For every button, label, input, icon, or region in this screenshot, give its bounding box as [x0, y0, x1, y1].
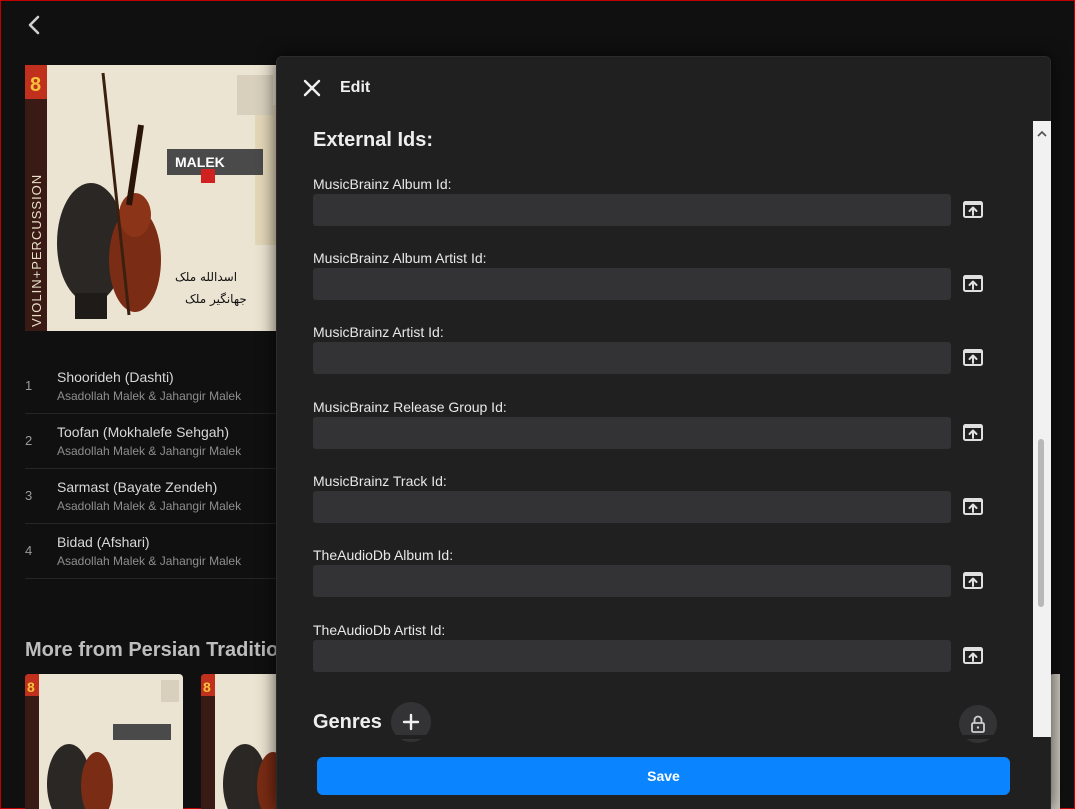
- field-label: TheAudioDb Artist Id:: [313, 622, 446, 638]
- field-label: TheAudioDb Album Id:: [313, 547, 454, 563]
- save-button[interactable]: Save: [317, 757, 1010, 795]
- track-artist[interactable]: Asadollah Malek & Jahangir Malek: [57, 444, 241, 458]
- track-row[interactable]: 2 Toofan (Mokhalefe Sehgah) Asadollah Ma…: [25, 414, 281, 469]
- svg-text:MALEK: MALEK: [175, 154, 225, 170]
- theaudiodb-artist-id-input[interactable]: [313, 640, 951, 672]
- edit-dialog: Edit External Ids: MusicBrainz Album Id:…: [276, 56, 1051, 809]
- dialog-scrollbar[interactable]: [1033, 121, 1051, 737]
- back-arrow-icon[interactable]: [23, 13, 47, 37]
- svg-text:8: 8: [203, 679, 211, 695]
- field-label: MusicBrainz Artist Id:: [313, 324, 444, 340]
- svg-text:8: 8: [27, 679, 35, 695]
- track-row[interactable]: 4 Bidad (Afshari) Asadollah Malek & Jaha…: [25, 524, 281, 579]
- svg-text:8: 8: [30, 74, 41, 96]
- musicbrainz-album-artist-id-field: MusicBrainz Album Artist Id:: [313, 250, 1013, 300]
- scrollbar-thumb[interactable]: [1038, 439, 1044, 607]
- track-row[interactable]: 3 Sarmast (Bayate Zendeh) Asadollah Male…: [25, 469, 281, 524]
- scroll-up-arrow-icon[interactable]: [1037, 125, 1047, 137]
- track-list: 1 Shoorideh (Dashti) Asadollah Malek & J…: [25, 359, 281, 579]
- track-number: 2: [25, 433, 33, 448]
- musicbrainz-track-id-field: MusicBrainz Track Id:: [313, 473, 1013, 523]
- open-external-link-icon[interactable]: [961, 569, 985, 593]
- svg-text:VIOLIN+PERCUSSION: VIOLIN+PERCUSSION: [29, 174, 44, 327]
- more-album-card[interactable]: 8: [25, 674, 183, 809]
- theaudiodb-artist-id-field: TheAudioDb Artist Id:: [313, 622, 1013, 672]
- album-cover: 8 VIOLIN+PERCUSSION MALEK اسدالله ملک جه…: [25, 65, 281, 331]
- dialog-body: External Ids: MusicBrainz Album Id: Musi…: [277, 121, 1037, 737]
- track-artist[interactable]: Asadollah Malek & Jahangir Malek: [57, 389, 241, 403]
- track-row[interactable]: 1 Shoorideh (Dashti) Asadollah Malek & J…: [25, 359, 281, 414]
- open-external-link-icon[interactable]: [961, 495, 985, 519]
- field-label: MusicBrainz Album Artist Id:: [313, 250, 487, 266]
- open-external-link-icon[interactable]: [961, 421, 985, 445]
- field-label: MusicBrainz Album Id:: [313, 176, 452, 192]
- track-artist[interactable]: Asadollah Malek & Jahangir Malek: [57, 554, 241, 568]
- track-artist[interactable]: Asadollah Malek & Jahangir Malek: [57, 499, 241, 513]
- open-external-link-icon[interactable]: [961, 198, 985, 222]
- more-album-card[interactable]: 8: [201, 674, 281, 809]
- open-external-link-icon[interactable]: [961, 346, 985, 370]
- musicbrainz-release-group-id-input[interactable]: [313, 417, 951, 449]
- open-external-link-icon[interactable]: [961, 272, 985, 296]
- musicbrainz-album-artist-id-input[interactable]: [313, 268, 951, 300]
- musicbrainz-album-id-input[interactable]: [313, 194, 951, 226]
- dialog-body-bottom-edge: [277, 735, 1037, 739]
- track-number: 4: [25, 543, 33, 558]
- track-title: Shoorideh (Dashti): [57, 369, 174, 385]
- svg-text:اسدالله ملک: اسدالله ملک: [175, 270, 237, 284]
- track-title: Sarmast (Bayate Zendeh): [57, 479, 218, 495]
- close-icon[interactable]: [301, 77, 323, 99]
- svg-text:جهانگیر ملک: جهانگیر ملک: [185, 292, 247, 307]
- musicbrainz-artist-id-field: MusicBrainz Artist Id:: [313, 324, 1013, 374]
- theaudiodb-album-id-input[interactable]: [313, 565, 951, 597]
- musicbrainz-album-id-field: MusicBrainz Album Id:: [313, 176, 1013, 226]
- track-title: Toofan (Mokhalefe Sehgah): [57, 424, 229, 440]
- musicbrainz-track-id-input[interactable]: [313, 491, 951, 523]
- musicbrainz-artist-id-input[interactable]: [313, 342, 951, 374]
- field-label: MusicBrainz Track Id:: [313, 473, 447, 489]
- dialog-title: Edit: [340, 79, 371, 96]
- track-number: 3: [25, 488, 33, 503]
- musicbrainz-release-group-id-field: MusicBrainz Release Group Id:: [313, 399, 1013, 449]
- more-from-title: More from Persian Tradition: [25, 639, 291, 661]
- dialog-header: Edit: [277, 57, 1050, 121]
- track-number: 1: [25, 378, 33, 393]
- more-album-card-edge: [1050, 674, 1060, 809]
- external-ids-heading: External Ids:: [313, 129, 434, 151]
- theaudiodb-album-id-field: TheAudioDb Album Id:: [313, 547, 1013, 597]
- track-title: Bidad (Afshari): [57, 534, 150, 550]
- genres-heading: Genres: [313, 711, 382, 733]
- field-label: MusicBrainz Release Group Id:: [313, 399, 507, 415]
- open-external-link-icon[interactable]: [961, 644, 985, 668]
